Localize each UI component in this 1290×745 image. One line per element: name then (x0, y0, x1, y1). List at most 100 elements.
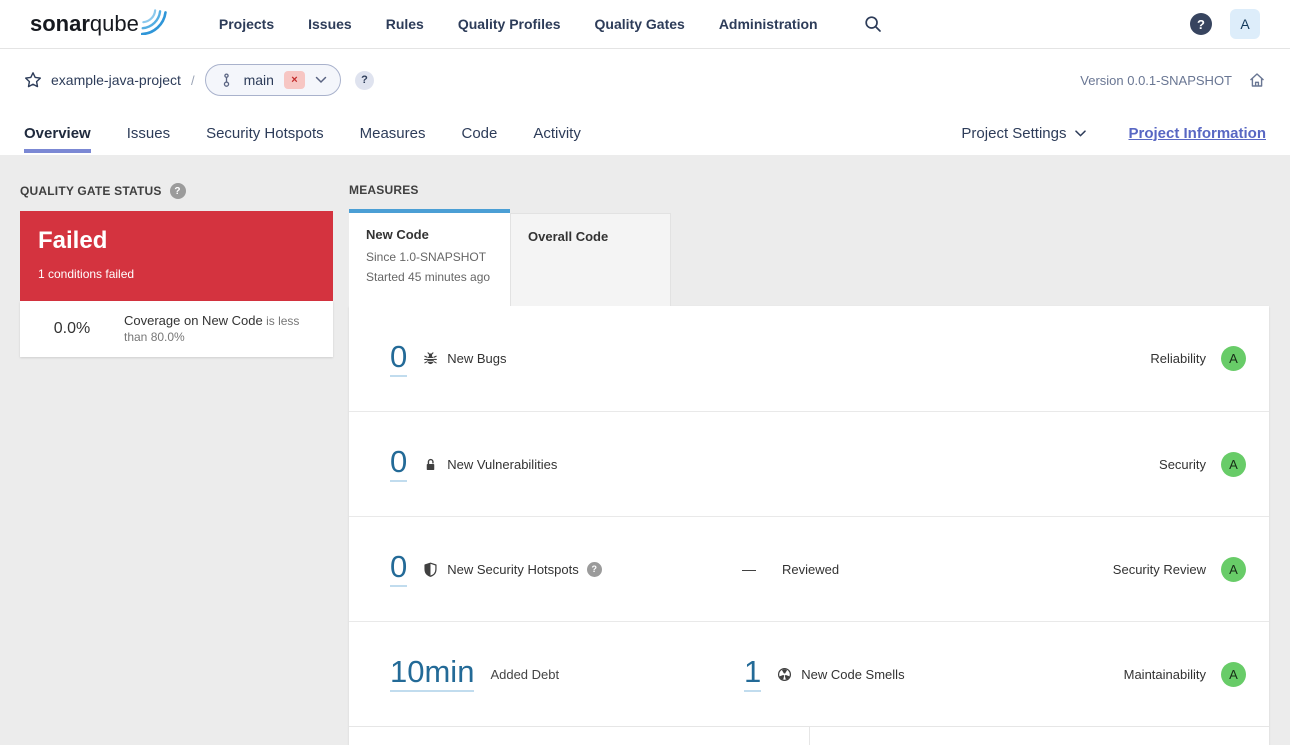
reliability-rating-badge: A (1221, 346, 1246, 371)
chevron-down-icon (1075, 129, 1087, 137)
quality-gate-status: Failed (38, 227, 108, 254)
tab-overall-code[interactable]: Overall Code (510, 213, 671, 306)
branch-selector[interactable]: main × (204, 64, 341, 96)
new-code-since: Since 1.0-SNAPSHOT (366, 250, 487, 264)
failed-condition-row[interactable]: 0.0% Coverage on New Code is less than 8… (20, 301, 333, 357)
condition-value: 0.0% (53, 320, 91, 337)
new-code-tab-label: New Code (366, 227, 429, 242)
measure-row-maintainability: 10min Added Debt 1 New Code Smells Maint… (349, 621, 1269, 726)
project-settings-menu[interactable]: Project Settings (961, 124, 1087, 142)
top-navbar: sonarqube Projects Issues Rules Quality … (0, 0, 1290, 49)
new-hotspots-count-link[interactable]: 0 (390, 551, 408, 587)
tabbar-right-group: Project Settings Project Information (961, 111, 1266, 155)
tab-security-hotspots[interactable]: Security Hotspots (206, 111, 324, 155)
added-debt-group: 10min Added Debt (390, 656, 744, 692)
quality-gate-status-card: Failed 1 conditions failed (20, 211, 333, 301)
quality-gate-panel: QUALITY GATE STATUS ? Failed 1 condition… (20, 183, 333, 357)
security-rating-badge: A (1221, 451, 1246, 477)
security-review-group: Security Review A (1112, 556, 1246, 582)
breadcrumb-project-name[interactable]: example-java-project (51, 72, 181, 88)
search-icon[interactable] (864, 15, 882, 33)
reviewed-label: Reviewed (782, 561, 840, 577)
project-tabbar: Overview Issues Security Hotspots Measur… (0, 111, 1290, 155)
maintainability-label: Maintainability (1123, 666, 1206, 682)
new-vulnerabilities-label: New Vulnerabilities (447, 456, 558, 472)
tab-measures[interactable]: Measures (360, 111, 426, 155)
branch-icon (219, 72, 234, 88)
security-group: Security A (1159, 451, 1246, 477)
quality-gate-title: QUALITY GATE STATUS ? (20, 183, 333, 199)
nav-item-projects[interactable]: Projects (219, 16, 274, 32)
overall-code-tab-label: Overall Code (528, 229, 609, 244)
next-section-left-cell (349, 727, 810, 745)
next-section-partial (349, 726, 1269, 745)
reliability-label: Reliability (1150, 351, 1206, 366)
tab-overview[interactable]: Overview (24, 111, 91, 155)
reliability-group: Reliability A (1150, 346, 1246, 371)
bug-icon (423, 351, 438, 366)
project-information-link[interactable]: Project Information (1128, 125, 1266, 142)
new-code-smells-count-link[interactable]: 1 (744, 656, 762, 692)
favorite-star-icon[interactable] (24, 71, 42, 89)
maintainability-rating-badge: A (1221, 661, 1246, 687)
project-settings-label: Project Settings (961, 124, 1067, 142)
quality-gate-help-icon[interactable]: ? (169, 183, 186, 199)
next-section-right-cell (810, 727, 1269, 745)
tab-new-code[interactable]: New Code Since 1.0-SNAPSHOT Started 45 m… (349, 209, 510, 306)
overview-content: QUALITY GATE STATUS ? Failed 1 condition… (0, 155, 1290, 745)
measures-tabs: New Code Since 1.0-SNAPSHOT Started 45 m… (349, 209, 1269, 306)
security-review-label: Security Review (1112, 561, 1206, 577)
tab-activity[interactable]: Activity (533, 111, 581, 155)
nav-item-quality-profiles[interactable]: Quality Profiles (458, 16, 561, 32)
nav-item-administration[interactable]: Administration (719, 16, 818, 32)
branch-help-icon[interactable]: ? (354, 70, 374, 90)
project-version: Version 0.0.1-SNAPSHOT (1080, 72, 1232, 88)
added-debt-link[interactable]: 10min (390, 656, 475, 692)
project-tabs: Overview Issues Security Hotspots Measur… (24, 111, 581, 155)
home-icon[interactable] (1248, 71, 1266, 89)
main-nav: Projects Issues Rules Quality Profiles Q… (219, 16, 818, 32)
nav-item-rules[interactable]: Rules (386, 16, 424, 32)
breadcrumb-right-group: Version 0.0.1-SNAPSHOT (1080, 71, 1266, 89)
security-label: Security (1159, 456, 1206, 472)
new-code-smells-label: New Code Smells (801, 666, 905, 682)
logo-swoosh-icon (140, 8, 169, 35)
help-icon[interactable]: ? (1190, 13, 1212, 35)
measure-row-vulnerabilities: 0 New Vulnerabilities Security A (349, 411, 1269, 516)
sonarqube-logo-text: sonarqube (30, 11, 139, 36)
reviewed-value: — (742, 561, 756, 577)
chevron-down-icon[interactable] (315, 76, 327, 84)
avatar[interactable]: A (1230, 9, 1260, 39)
new-vulnerabilities-count-link[interactable]: 0 (390, 446, 408, 482)
lock-open-icon (423, 457, 438, 472)
added-debt-label: Added Debt (490, 666, 560, 682)
new-hotspots-label: New Security Hotspots (447, 561, 579, 577)
new-code-started: Started 45 minutes ago (366, 270, 491, 284)
navbar-right-group: ? A (1190, 9, 1260, 39)
security-review-rating-badge: A (1221, 556, 1246, 582)
quality-gate-title-text: QUALITY GATE STATUS (20, 184, 162, 198)
breadcrumb: example-java-project / main × ? Version … (0, 49, 1290, 111)
nav-item-issues[interactable]: Issues (308, 16, 352, 32)
measure-row-bugs: 0 New Bugs Reliability A (349, 306, 1269, 411)
measures-card: 0 New Bugs Reliability A 0 New Vulnerabi… (349, 306, 1269, 745)
shield-icon (423, 562, 438, 577)
nav-item-quality-gates[interactable]: Quality Gates (595, 16, 685, 32)
condition-metric: Coverage on New Code (124, 313, 263, 328)
branch-name: main (243, 72, 274, 88)
maintainability-group: Maintainability A (1123, 661, 1246, 687)
hotspots-help-icon[interactable]: ? (586, 561, 602, 577)
quality-gate-conditions-summary: 1 conditions failed (38, 267, 135, 282)
measures-panel: MEASURES New Code Since 1.0-SNAPSHOT Sta… (349, 183, 1269, 745)
condition-description: Coverage on New Code is less than 80.0% (124, 313, 333, 345)
tab-code[interactable]: Code (461, 111, 497, 155)
hotspots-left-group: 0 New Security Hotspots ? (390, 551, 742, 587)
clear-branch-icon[interactable]: × (283, 71, 305, 89)
breadcrumb-separator: / (190, 72, 195, 88)
tab-issues[interactable]: Issues (127, 111, 170, 155)
sonarqube-logo[interactable]: sonarqube (30, 8, 169, 37)
code-smell-icon (777, 667, 792, 682)
new-bugs-count-link[interactable]: 0 (390, 341, 408, 377)
measures-title-text: MEASURES (349, 183, 419, 197)
new-bugs-label: New Bugs (447, 351, 507, 366)
